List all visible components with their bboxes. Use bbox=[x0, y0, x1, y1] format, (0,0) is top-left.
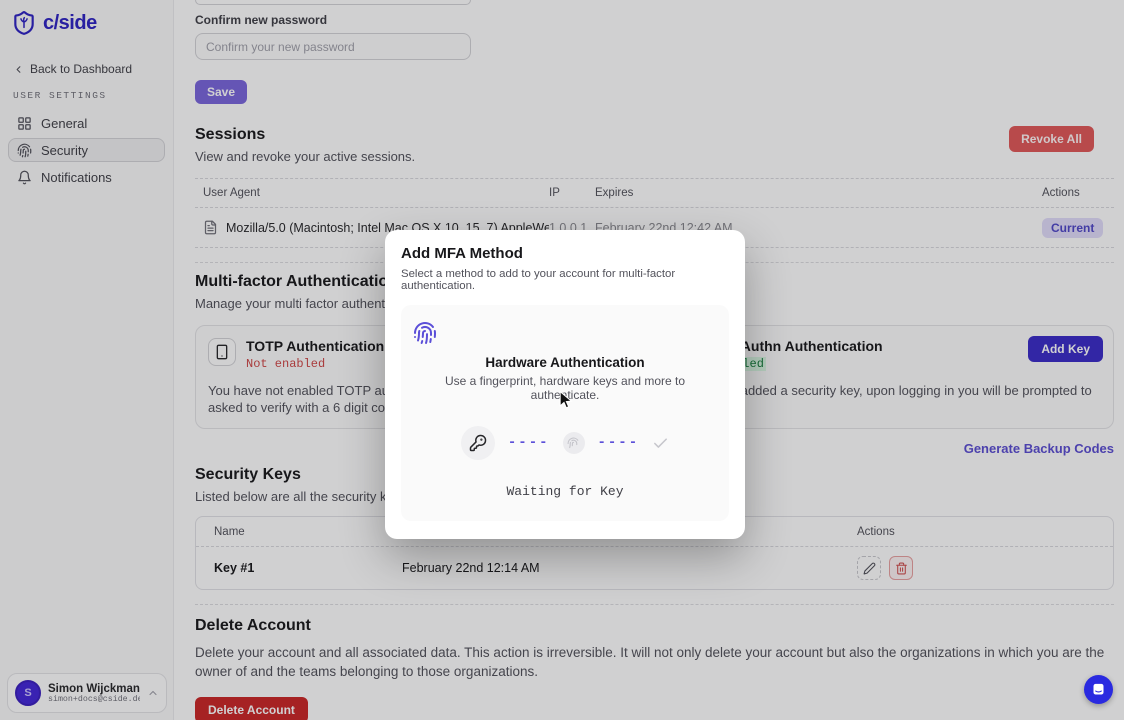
hardware-auth-option[interactable]: Hardware Authentication Use a fingerprin… bbox=[401, 305, 729, 521]
chat-bubble-icon bbox=[1091, 682, 1106, 697]
key-pairing-progress: ---- ---- bbox=[413, 426, 717, 460]
waiting-status: Waiting for Key bbox=[413, 484, 717, 499]
add-mfa-modal: Add MFA Method Select a method to add to… bbox=[385, 230, 745, 539]
progress-dashes-left: ---- bbox=[508, 435, 550, 451]
device-fingerprint-icon bbox=[563, 432, 585, 454]
modal-title: Add MFA Method bbox=[401, 245, 729, 262]
check-icon bbox=[652, 435, 669, 452]
key-icon bbox=[461, 426, 495, 460]
progress-dashes-right: ---- bbox=[598, 435, 640, 451]
modal-subtitle: Select a method to add to your account f… bbox=[401, 268, 729, 292]
security-settings-page: c/side Back to Dashboard USER SETTINGS G… bbox=[0, 0, 1124, 720]
chat-launcher-button[interactable] bbox=[1084, 675, 1113, 704]
method-title: Hardware Authentication bbox=[413, 355, 717, 370]
mouse-cursor bbox=[556, 390, 576, 410]
fingerprint-icon bbox=[413, 321, 717, 345]
